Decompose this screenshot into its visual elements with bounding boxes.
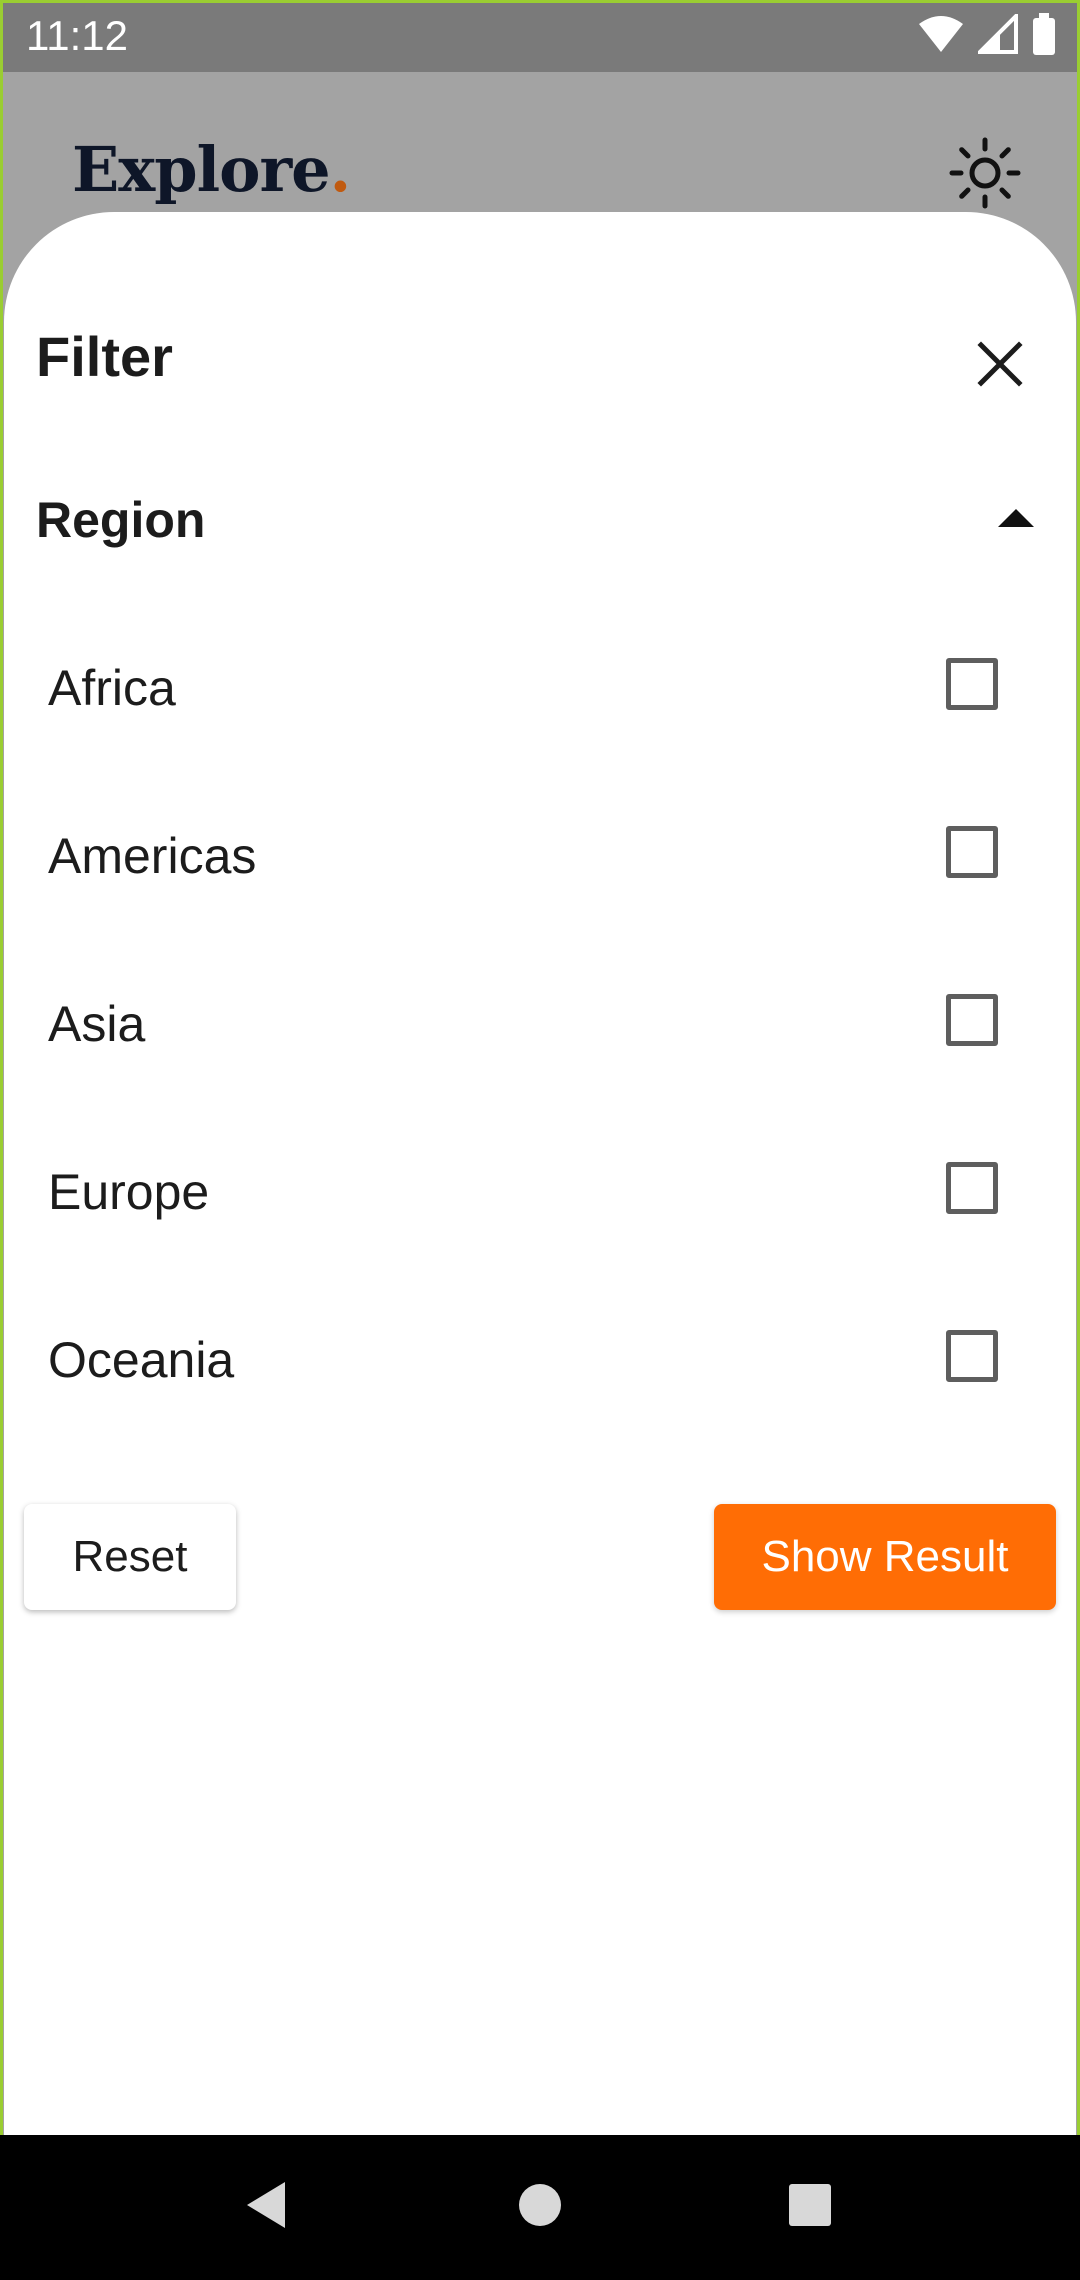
region-label: Oceania bbox=[48, 1332, 235, 1388]
region-label: Europe bbox=[48, 1164, 210, 1220]
status-icons bbox=[918, 10, 1056, 60]
nav-back-button[interactable] bbox=[230, 2171, 302, 2243]
status-time: 11:12 bbox=[26, 12, 128, 59]
nav-bar bbox=[0, 2135, 1080, 2280]
screen: 11:12 Explore. Filter Region Africa Amer… bbox=[0, 0, 1080, 2280]
back-icon bbox=[243, 2180, 289, 2235]
app-logo: Explore. bbox=[72, 130, 352, 210]
nav-recents-button[interactable] bbox=[774, 2171, 846, 2243]
cell-signal-icon bbox=[975, 10, 1018, 59]
close-icon bbox=[975, 339, 1025, 394]
filter-sheet: Filter Region Africa Americas Asia Europ… bbox=[4, 212, 1076, 2135]
theme-toggle-button[interactable] bbox=[948, 136, 1022, 210]
region-checkbox[interactable] bbox=[946, 1330, 998, 1382]
region-list: Africa Americas Asia Europe Oceania bbox=[4, 616, 1076, 1456]
wifi-icon bbox=[918, 14, 964, 59]
recents-icon bbox=[787, 2182, 833, 2233]
region-item-oceania[interactable]: Oceania bbox=[4, 1288, 1076, 1456]
home-icon bbox=[517, 2182, 563, 2233]
app-header: Explore. bbox=[0, 72, 1080, 232]
region-item-asia[interactable]: Asia bbox=[4, 952, 1076, 1120]
region-label: Americas bbox=[48, 828, 257, 884]
region-item-europe[interactable]: Europe bbox=[4, 1120, 1076, 1288]
region-checkbox[interactable] bbox=[946, 1162, 998, 1214]
region-label: Asia bbox=[48, 996, 146, 1052]
logo-text: Explore bbox=[72, 133, 331, 206]
region-item-americas[interactable]: Americas bbox=[4, 784, 1076, 952]
show-result-button[interactable]: Show Result bbox=[714, 1504, 1056, 1610]
close-button[interactable] bbox=[964, 330, 1036, 402]
region-checkbox[interactable] bbox=[946, 658, 998, 710]
caret-up-icon bbox=[996, 506, 1036, 535]
region-checkbox[interactable] bbox=[946, 826, 998, 878]
battery-icon bbox=[1032, 12, 1056, 60]
sheet-title: Filter bbox=[36, 325, 173, 388]
region-label: Africa bbox=[48, 660, 176, 716]
collapse-region-button[interactable] bbox=[986, 490, 1046, 550]
logo-dot: . bbox=[329, 133, 352, 206]
region-item-africa[interactable]: Africa bbox=[4, 616, 1076, 784]
region-checkbox[interactable] bbox=[946, 994, 998, 1046]
status-bar: 11:12 bbox=[0, 0, 1080, 72]
nav-home-button[interactable] bbox=[504, 2171, 576, 2243]
reset-button[interactable]: Reset bbox=[24, 1504, 236, 1610]
section-title: Region bbox=[36, 492, 206, 548]
region-section-header[interactable]: Region bbox=[36, 480, 1046, 560]
